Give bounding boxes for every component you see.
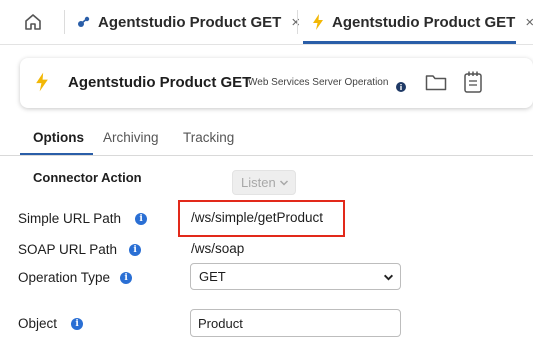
tab-options[interactable]: Options xyxy=(33,130,84,145)
connector-action-select: Listen xyxy=(232,170,296,195)
tab-label: Agentstudio Product GET xyxy=(98,13,282,31)
lightning-icon xyxy=(35,72,49,97)
home-tab[interactable] xyxy=(16,9,50,35)
simple-url-label: Simple URL Path xyxy=(18,211,122,226)
object-label: Object xyxy=(18,316,58,331)
info-icon[interactable]: i xyxy=(120,271,133,284)
object-value: Product xyxy=(198,315,243,331)
active-subtab-indicator xyxy=(20,153,93,155)
simple-url-row-label: Simple URL Path i xyxy=(18,211,148,226)
operation-type-label: Operation Type xyxy=(18,270,111,285)
tab-archiving[interactable]: Archiving xyxy=(103,130,159,145)
operation-header-card: Agentstudio Product GET Web Services Ser… xyxy=(20,58,533,108)
info-icon[interactable]: i xyxy=(135,212,148,225)
chevron-down-icon xyxy=(279,180,289,186)
info-icon[interactable]: i xyxy=(129,243,142,256)
home-icon xyxy=(25,14,41,30)
soap-url-row-label: SOAP URL Path i xyxy=(18,242,142,257)
connector-icon xyxy=(76,14,92,30)
object-input[interactable]: Product xyxy=(190,309,401,337)
info-icon[interactable]: i xyxy=(71,317,84,330)
tab-connector[interactable]: Agentstudio Product GET × xyxy=(76,8,300,36)
close-icon[interactable]: × xyxy=(291,14,300,31)
page-subtitle: Web Services Server Operation xyxy=(248,77,389,88)
info-icon[interactable] xyxy=(396,79,406,97)
close-icon[interactable]: × xyxy=(525,14,533,31)
tab-separator xyxy=(297,10,298,34)
connector-action-label: Connector Action xyxy=(33,170,142,185)
lightning-icon xyxy=(310,14,326,30)
tab-separator xyxy=(64,10,65,34)
object-row-label: Object i xyxy=(18,316,84,331)
connector-action-value: Listen xyxy=(241,175,276,190)
operation-type-row-label: Operation Type i xyxy=(18,270,133,285)
tab-label: Agentstudio Product GET xyxy=(332,13,516,31)
active-tab-indicator xyxy=(303,41,516,44)
folder-icon[interactable] xyxy=(425,73,447,96)
chevron-down-icon xyxy=(383,274,394,281)
subtab-divider xyxy=(0,155,533,156)
highlight-box xyxy=(178,200,345,237)
tab-active-operation[interactable]: Agentstudio Product GET × xyxy=(310,8,533,36)
operation-type-select[interactable]: GET xyxy=(190,263,401,290)
soap-url-label: SOAP URL Path xyxy=(18,242,118,257)
soap-url-value: /ws/soap xyxy=(191,241,245,256)
page-title: Agentstudio Product GET xyxy=(68,74,252,91)
notebook-icon[interactable] xyxy=(463,70,483,99)
tab-tracking[interactable]: Tracking xyxy=(183,130,234,145)
operation-type-value: GET xyxy=(199,269,226,284)
tab-bar: Agentstudio Product GET × Agentstudio Pr… xyxy=(0,0,533,45)
